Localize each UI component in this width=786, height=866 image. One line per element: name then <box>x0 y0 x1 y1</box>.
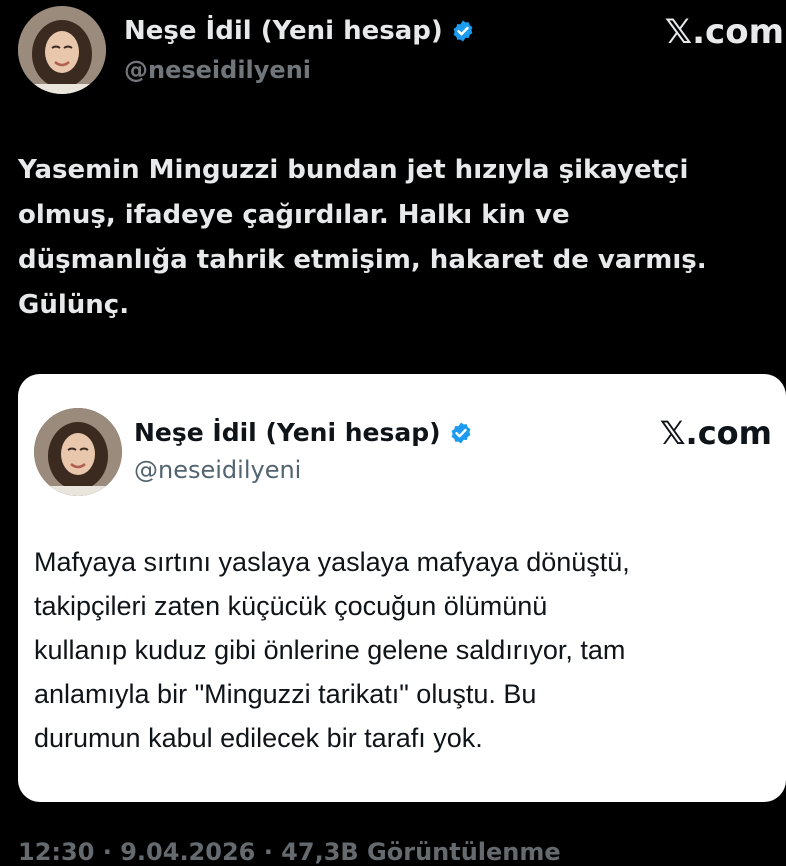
tweet-text-line: Gülünç. <box>18 290 130 320</box>
tweet-text: Yasemin Minguzzi bundan jet hızıyla şika… <box>18 148 778 328</box>
quoted-text-line: anlamıyla bir "Minguzzi tarikatı" oluştu… <box>34 679 537 709</box>
tweet-meta[interactable]: 12:30 · 9.04.2026 · 47,3B Görüntülenme <box>18 838 561 866</box>
x-logo-brand: 𝕏.com <box>664 12 784 52</box>
author-avatar[interactable] <box>18 6 106 94</box>
verified-badge-icon <box>451 19 475 43</box>
quoted-author-name[interactable]: Neşe İdil (Yeni hesap) <box>134 418 473 447</box>
quoted-x-logo-brand: 𝕏.com <box>659 414 772 452</box>
quoted-author-avatar[interactable] <box>34 408 122 496</box>
tweet-text-line: olmuş, ifadeye çağırdılar. Halkı kin ve <box>18 200 570 230</box>
tweet-text-line: Yasemin Minguzzi bundan jet hızıyla şika… <box>18 155 689 185</box>
quoted-text-line: kullanıp kuduz gibi önlerine gelene sald… <box>34 635 626 665</box>
quoted-text-line: durumun kabul edilecek bir tarafı yok. <box>34 723 483 753</box>
author-handle[interactable]: @neseidilyeni <box>124 56 311 84</box>
tweet-text-line: düşmanlığa tahrik etmişim, hakaret de va… <box>18 245 707 275</box>
quoted-tweet-text: Mafyaya sırtını yaslaya yaslaya mafyaya … <box>34 540 770 760</box>
author-name[interactable]: Neşe İdil (Yeni hesap) <box>124 16 475 46</box>
verified-badge-icon <box>449 421 473 445</box>
quoted-author-handle[interactable]: @neseidilyeni <box>134 456 301 484</box>
quoted-text-line: Mafyaya sırtını yaslaya yaslaya mafyaya … <box>34 547 630 577</box>
quoted-author-name-text[interactable]: Neşe İdil (Yeni hesap) <box>134 418 441 447</box>
quoted-tweet-card[interactable]: Neşe İdil (Yeni hesap) @neseidilyeni 𝕏.c… <box>18 374 786 802</box>
author-name-text[interactable]: Neşe İdil (Yeni hesap) <box>124 16 443 46</box>
quoted-text-line: takipçileri zaten küçücük çocuğun ölümün… <box>34 591 548 621</box>
